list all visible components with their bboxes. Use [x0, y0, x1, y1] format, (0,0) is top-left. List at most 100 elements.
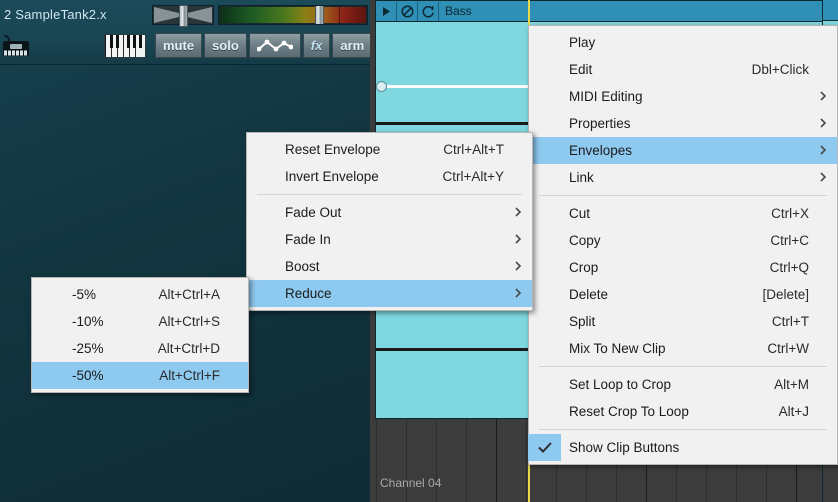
track-header[interactable]: 2 SampleTank2.x mute solo fx arm	[0, 0, 405, 65]
submenu-chevron-right-icon	[819, 144, 827, 158]
reduce-item-10[interactable]: -10% Alt+Ctrl+S	[32, 308, 248, 335]
submenu-chevron-right-icon	[514, 206, 522, 220]
track-button-row: mute solo fx arm	[104, 33, 406, 58]
menu-item-label: Copy	[569, 233, 601, 248]
clip-context-menu[interactable]: Play Edit Dbl+Click MIDI Editing Properties E…	[528, 25, 838, 465]
menu-item-crop[interactable]: Crop Ctrl+Q	[529, 254, 837, 281]
pan-slider[interactable]	[152, 5, 214, 27]
menu-item-shortcut: Ctrl+Q	[769, 260, 809, 275]
clip-title-label: Bass	[445, 4, 472, 18]
clip-header[interactable]: Bass	[376, 1, 837, 22]
menu-item-link[interactable]: Link	[529, 164, 837, 191]
menu-item-label: Mix To New Clip	[569, 341, 666, 356]
check-icon	[528, 434, 561, 461]
menu-item-shortcut: Alt+Ctrl+S	[158, 314, 220, 329]
menu-item-shortcut: Ctrl+X	[771, 206, 809, 221]
env-item-invert-envelope[interactable]: Invert Envelope Ctrl+Alt+Y	[247, 163, 532, 190]
menu-separator	[539, 195, 827, 196]
clip-envelope-node[interactable]	[376, 81, 387, 92]
env-item-fade-in[interactable]: Fade In	[247, 226, 532, 253]
menu-item-shortcut: Dbl+Click	[751, 62, 809, 77]
menu-item-label: Set Loop to Crop	[569, 377, 672, 392]
menu-item-shortcut: Alt+J	[778, 404, 809, 419]
menu-separator	[257, 194, 522, 195]
menu-item-set-loop-to-crop[interactable]: Set Loop to Crop Alt+M	[529, 371, 837, 398]
loop-icon[interactable]	[418, 1, 439, 21]
envelopes-submenu[interactable]: Reset Envelope Ctrl+Alt+T Invert Envelope C…	[246, 132, 533, 311]
submenu-chevron-right-icon	[819, 171, 827, 185]
menu-item-label: Cut	[569, 206, 591, 221]
menu-item-shortcut: Alt+Ctrl+A	[158, 287, 220, 302]
fx-button[interactable]: fx	[302, 33, 331, 58]
menu-item-label: Reduce	[285, 286, 332, 301]
menu-item-shortcut: Ctrl+T	[771, 314, 809, 329]
menu-item-label: -25%	[72, 341, 104, 356]
daw-window: 2 SampleTank2.x mute solo fx arm Bass Ch…	[0, 0, 838, 502]
menu-item-delete[interactable]: Delete [Delete]	[529, 281, 837, 308]
arm-button[interactable]: arm	[332, 33, 373, 58]
synth-keyboard-icon	[2, 34, 32, 58]
menu-item-label: -10%	[72, 314, 104, 329]
pan-slider-knob[interactable]	[179, 5, 188, 27]
menu-item-label: Crop	[569, 260, 599, 275]
menu-item-properties[interactable]: Properties	[529, 110, 837, 137]
menu-item-split[interactable]: Split Ctrl+T	[529, 308, 837, 335]
menu-item-label: Properties	[569, 116, 631, 131]
track-name-label: 2 SampleTank2.x	[4, 7, 107, 22]
reduce-submenu[interactable]: -5% Alt+Ctrl+A -10% Alt+Ctrl+S -25% Alt+Ctrl+…	[31, 277, 249, 393]
menu-item-label: Edit	[569, 62, 593, 77]
menu-item-midi-editing[interactable]: MIDI Editing	[529, 83, 837, 110]
menu-separator	[539, 429, 827, 430]
menu-item-shortcut: Ctrl+Alt+Y	[442, 169, 504, 184]
menu-item-label: -50%	[72, 368, 104, 383]
menu-item-shortcut: [Delete]	[762, 287, 809, 302]
menu-item-label: Reset Envelope	[285, 142, 381, 157]
menu-item-copy[interactable]: Copy Ctrl+C	[529, 227, 837, 254]
menu-separator	[539, 366, 827, 367]
menu-item-shortcut: Ctrl+W	[767, 341, 809, 356]
menu-item-label: Invert Envelope	[285, 169, 379, 184]
submenu-chevron-right-icon	[514, 260, 522, 274]
menu-item-label: Boost	[285, 259, 320, 274]
submenu-chevron-right-icon	[514, 233, 522, 247]
reduce-item-5[interactable]: -5% Alt+Ctrl+A	[32, 281, 248, 308]
menu-item-mix-to-new-clip[interactable]: Mix To New Clip Ctrl+W	[529, 335, 837, 362]
channel-label: Channel 04	[380, 476, 442, 490]
submenu-chevron-right-icon	[819, 90, 827, 104]
solo-button[interactable]: solo	[204, 33, 247, 58]
env-item-reduce[interactable]: Reduce	[247, 280, 532, 307]
menu-item-label: Link	[569, 170, 594, 185]
menu-item-label: Play	[569, 35, 596, 50]
env-item-fade-out[interactable]: Fade Out	[247, 199, 532, 226]
level-meter-gradient	[220, 7, 366, 23]
envelope-curve-icon[interactable]	[248, 33, 301, 58]
menu-item-shortcut: Alt+Ctrl+D	[157, 341, 220, 356]
menu-item-envelopes[interactable]: Envelopes	[529, 137, 837, 164]
level-meter[interactable]	[218, 5, 368, 25]
env-item-boost[interactable]: Boost	[247, 253, 532, 280]
reduce-item-50[interactable]: -50% Alt+Ctrl+F	[32, 362, 248, 389]
menu-item-play[interactable]: Play	[529, 29, 837, 56]
menu-item-edit[interactable]: Edit Dbl+Click	[529, 56, 837, 83]
menu-item-label: Envelopes	[569, 143, 633, 158]
piano-keys-icon[interactable]	[104, 33, 146, 58]
menu-item-label: Split	[569, 314, 596, 329]
level-meter-tick	[339, 6, 340, 24]
env-item-reset-envelope[interactable]: Reset Envelope Ctrl+Alt+T	[247, 136, 532, 163]
menu-item-label: Delete	[569, 287, 609, 302]
menu-item-reset-crop-to-loop[interactable]: Reset Crop To Loop Alt+J	[529, 398, 837, 425]
mute-circle-slash-icon[interactable]	[397, 1, 418, 21]
play-icon[interactable]	[376, 1, 397, 21]
reduce-item-25[interactable]: -25% Alt+Ctrl+D	[32, 335, 248, 362]
mute-button[interactable]: mute	[155, 33, 203, 58]
submenu-chevron-right-icon	[514, 287, 522, 301]
adjacent-clip-header	[823, 0, 838, 21]
menu-item-show-clip-buttons[interactable]: Show Clip Buttons	[528, 434, 837, 461]
menu-item-label: Fade Out	[285, 205, 342, 220]
menu-item-cut[interactable]: Cut Ctrl+X	[529, 200, 837, 227]
level-meter-knob[interactable]	[315, 6, 324, 24]
menu-item-label: -5%	[72, 287, 97, 302]
menu-item-shortcut: Alt+M	[774, 377, 809, 392]
menu-item-label: Fade In	[285, 232, 331, 247]
menu-item-label: Reset Crop To Loop	[569, 404, 689, 419]
